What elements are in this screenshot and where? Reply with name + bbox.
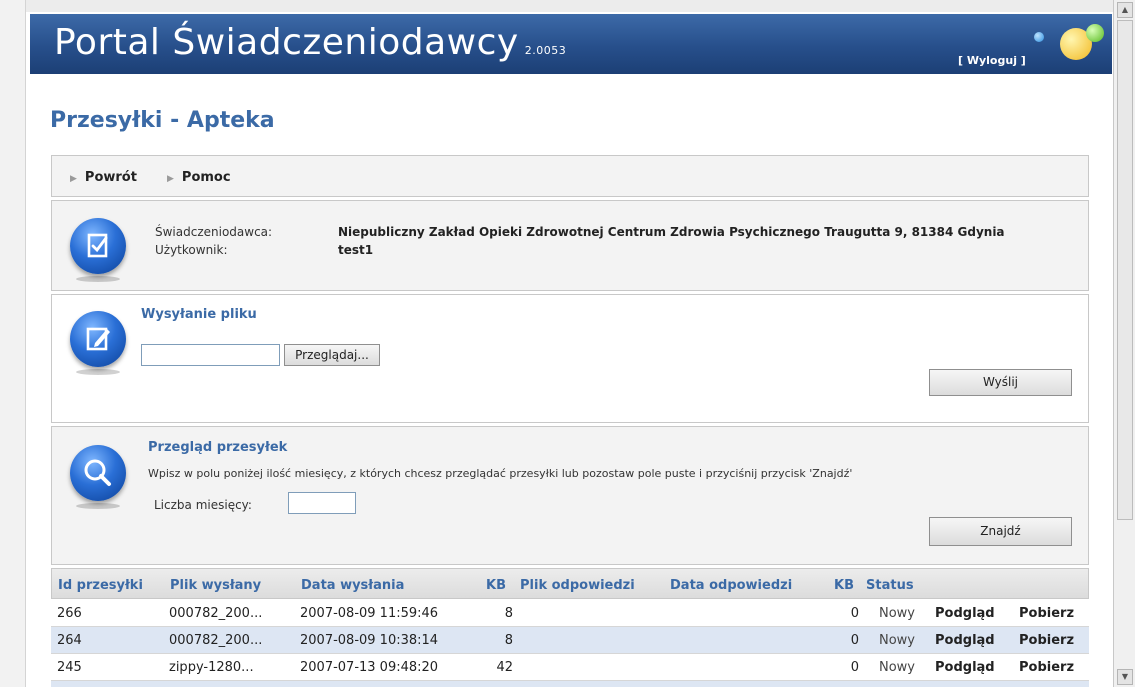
nav-item-help[interactable]: ▶ Pomoc xyxy=(167,170,231,185)
table-row: 266 000782_200... 2007-08-09 11:59:46 8 … xyxy=(51,600,1089,627)
col-header-status: Status xyxy=(866,578,914,593)
col-header-reply-date: Data odpowiedzi xyxy=(670,578,793,593)
vertical-scrollbar[interactable]: ▲ ▼ xyxy=(1113,0,1135,687)
col-header-id: Id przesyłki xyxy=(58,578,143,593)
col-header-kb: KB xyxy=(486,578,506,593)
scroll-thumb[interactable] xyxy=(1117,20,1133,520)
cell-id: 264 xyxy=(57,633,82,648)
col-header-sent-date: Data wysłania xyxy=(301,578,405,593)
arrow-right-icon: ▶ xyxy=(70,174,77,184)
left-frame xyxy=(0,0,26,687)
document-check-icon xyxy=(70,218,128,284)
download-link[interactable]: Pobierz xyxy=(1019,633,1074,648)
cell-status: Nowy xyxy=(879,606,916,621)
table-row-partial xyxy=(51,681,1089,687)
nav-item-back[interactable]: ▶ Powrót xyxy=(70,170,137,185)
cell-id: 245 xyxy=(57,660,82,675)
cell-id: 266 xyxy=(57,606,82,621)
cell-kb: 8 xyxy=(504,633,513,648)
cell-reply-kb: 0 xyxy=(850,606,859,621)
browser-frame-top xyxy=(0,0,1135,12)
browse-button[interactable]: Przeglądaj... xyxy=(284,344,380,366)
upload-title: Wysyłanie pliku xyxy=(141,307,257,322)
cell-sent-date: 2007-07-13 09:48:20 xyxy=(300,660,439,675)
col-header-reply-kb: KB xyxy=(834,578,854,593)
cell-status: Nowy xyxy=(879,660,916,675)
provider-value: Niepubliczny Zakład Opieki Zdrowotnej Ce… xyxy=(338,225,1005,239)
cell-sent-file: zippy-1280... xyxy=(169,660,254,675)
magnifier-icon xyxy=(70,445,128,511)
document-edit-icon xyxy=(70,311,128,377)
search-panel: Przegląd przesyłek Wpisz w polu poniżej … xyxy=(51,426,1089,565)
file-path-input[interactable] xyxy=(141,344,280,366)
arrow-right-icon: ▶ xyxy=(167,174,174,184)
provider-label: Świadczeniodawca: xyxy=(155,225,273,239)
scroll-up-arrow-icon[interactable]: ▲ xyxy=(1117,2,1133,18)
cell-sent-date: 2007-08-09 10:38:14 xyxy=(300,633,439,648)
months-label: Liczba miesięcy: xyxy=(154,498,252,512)
upload-panel: Wysyłanie pliku Przeglądaj... Wyślij xyxy=(51,294,1089,423)
table-row: 264 000782_200... 2007-08-09 10:38:14 8 … xyxy=(51,627,1089,654)
cell-sent-file: 000782_200... xyxy=(169,633,263,648)
cell-kb: 8 xyxy=(504,606,513,621)
nav-bar: ▶ Powrót ▶ Pomoc xyxy=(51,155,1089,197)
shipments-table: Id przesyłki Plik wysłany Data wysłania … xyxy=(51,568,1089,687)
cell-reply-kb: 0 xyxy=(850,660,859,675)
page-title: Przesyłki - Apteka xyxy=(50,108,275,133)
cell-sent-file: 000782_200... xyxy=(169,606,263,621)
scroll-down-arrow-icon[interactable]: ▼ xyxy=(1117,669,1133,685)
cell-sent-date: 2007-08-09 11:59:46 xyxy=(300,606,439,621)
portal-version: 2.0053 xyxy=(524,44,567,57)
logout-link[interactable]: [ Wyloguj ] xyxy=(958,54,1026,67)
search-title: Przegląd przesyłek xyxy=(148,440,288,455)
col-header-sent-file: Plik wysłany xyxy=(170,578,262,593)
table-row: 245 zippy-1280... 2007-07-13 09:48:20 42… xyxy=(51,654,1089,681)
cell-status: Nowy xyxy=(879,633,916,648)
logo-balls-icon xyxy=(1020,20,1110,70)
table-header: Id przesyłki Plik wysłany Data wysłania … xyxy=(51,568,1089,599)
cell-kb: 42 xyxy=(496,660,513,675)
portal-title-text: Portal Świadczeniodawcy xyxy=(54,22,519,63)
user-label: Użytkownik: xyxy=(155,243,228,257)
nav-help-label[interactable]: Pomoc xyxy=(182,170,231,185)
portal-title: Portal Świadczeniodawcy 2.0053 xyxy=(54,22,566,63)
search-hint: Wpisz w polu poniżej ilość miesięcy, z k… xyxy=(148,467,853,480)
preview-link[interactable]: Podgląd xyxy=(935,606,995,621)
months-input[interactable] xyxy=(288,492,356,514)
download-link[interactable]: Pobierz xyxy=(1019,606,1074,621)
find-button[interactable]: Znajdź xyxy=(929,517,1072,546)
download-link[interactable]: Pobierz xyxy=(1019,660,1074,675)
provider-info-panel: Świadczeniodawca: Niepubliczny Zakład Op… xyxy=(51,200,1089,291)
user-value: test1 xyxy=(338,243,374,257)
col-header-reply-file: Plik odpowiedzi xyxy=(520,578,635,593)
nav-back-label[interactable]: Powrót xyxy=(85,170,137,185)
cell-reply-kb: 0 xyxy=(850,633,859,648)
portal-header: Portal Świadczeniodawcy 2.0053 [ Wyloguj … xyxy=(30,14,1112,74)
preview-link[interactable]: Podgląd xyxy=(935,633,995,648)
send-button[interactable]: Wyślij xyxy=(929,369,1072,396)
preview-link[interactable]: Podgląd xyxy=(935,660,995,675)
